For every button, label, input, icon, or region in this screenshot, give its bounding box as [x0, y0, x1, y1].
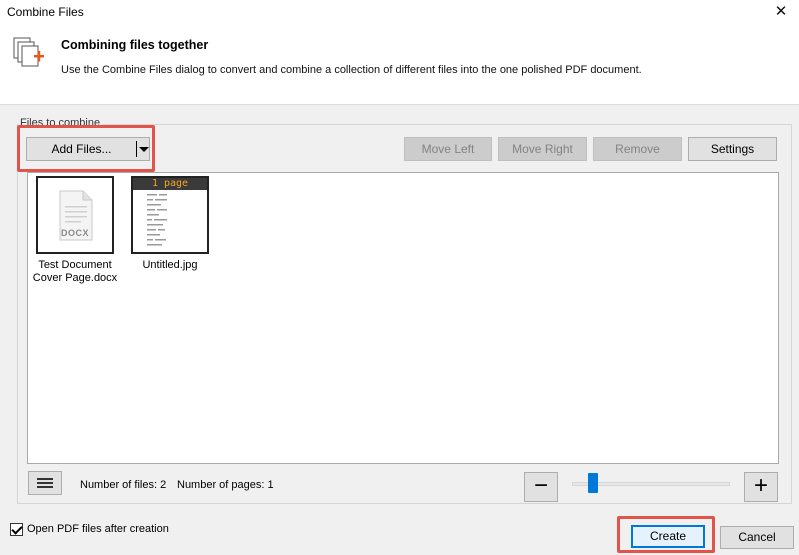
- settings-button[interactable]: Settings: [688, 137, 777, 161]
- zoom-out-button[interactable]: −: [524, 472, 558, 502]
- file-list-panel[interactable]: DOCX Test Document Cover Page.docx 1 pag…: [27, 172, 779, 464]
- docx-file-icon: [59, 190, 93, 241]
- header-description: Use the Combine Files dialog to convert …: [61, 64, 642, 76]
- image-thumbnail: [147, 194, 167, 246]
- open-after-label: Open PDF files after creation: [27, 523, 169, 535]
- create-highlight: [617, 516, 715, 553]
- file-type-label: DOCX: [60, 228, 89, 238]
- window-title: Combine Files: [7, 5, 84, 19]
- zoom-in-button[interactable]: +: [744, 472, 778, 502]
- zoom-slider-thumb[interactable]: [588, 473, 598, 493]
- open-after-checkbox[interactable]: [10, 523, 23, 536]
- move-right-button[interactable]: Move Right: [498, 137, 587, 161]
- add-files-highlight: [17, 125, 155, 172]
- move-left-button[interactable]: Move Left: [404, 137, 492, 161]
- remove-button[interactable]: Remove: [593, 137, 682, 161]
- file-tile-jpg[interactable]: 1 page: [131, 176, 209, 254]
- list-view-icon[interactable]: [28, 471, 62, 495]
- close-icon[interactable]: ✕: [771, 2, 791, 22]
- dialog-header: Combining files together Use the Combine…: [0, 24, 799, 105]
- header-title: Combining files together: [61, 38, 209, 52]
- cancel-button[interactable]: Cancel: [720, 526, 794, 549]
- file-name-docx: Test Document Cover Page.docx: [32, 259, 118, 284]
- title-bar: Combine Files ✕: [0, 0, 799, 24]
- page-count-badge: 1 page: [133, 178, 207, 190]
- file-count: Number of files: 2: [80, 479, 167, 491]
- file-tile-docx[interactable]: DOCX: [36, 176, 114, 254]
- file-name-jpg: Untitled.jpg: [142, 259, 198, 271]
- combine-files-icon: [13, 37, 44, 67]
- page-count: Number of pages: 1: [177, 479, 274, 491]
